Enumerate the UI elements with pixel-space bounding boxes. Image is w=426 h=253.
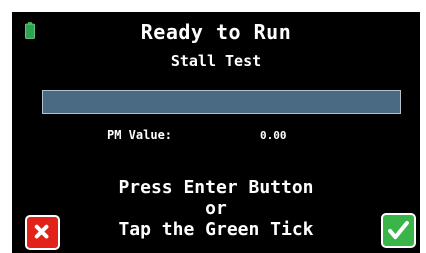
check-icon	[388, 220, 409, 240]
screen-title: Ready to Run	[140, 20, 292, 44]
device-screen: Ready to Run Stall Test PM Value: 0.00 P…	[12, 12, 420, 253]
pm-value-readout: 0.00	[260, 129, 287, 142]
cross-icon	[34, 224, 49, 239]
test-name: Stall Test	[170, 52, 262, 70]
pm-value-label: PM Value:	[107, 128, 173, 142]
instructions: Press Enter Button or Tap the Green Tick	[12, 177, 420, 240]
cancel-button[interactable]	[25, 215, 60, 250]
instruction-line-1: Press Enter Button	[118, 177, 314, 198]
instruction-line-3: Tap the Green Tick	[118, 219, 314, 240]
confirm-button[interactable]	[381, 213, 416, 248]
instruction-line-2: or	[205, 198, 227, 219]
progress-bar	[42, 90, 401, 114]
